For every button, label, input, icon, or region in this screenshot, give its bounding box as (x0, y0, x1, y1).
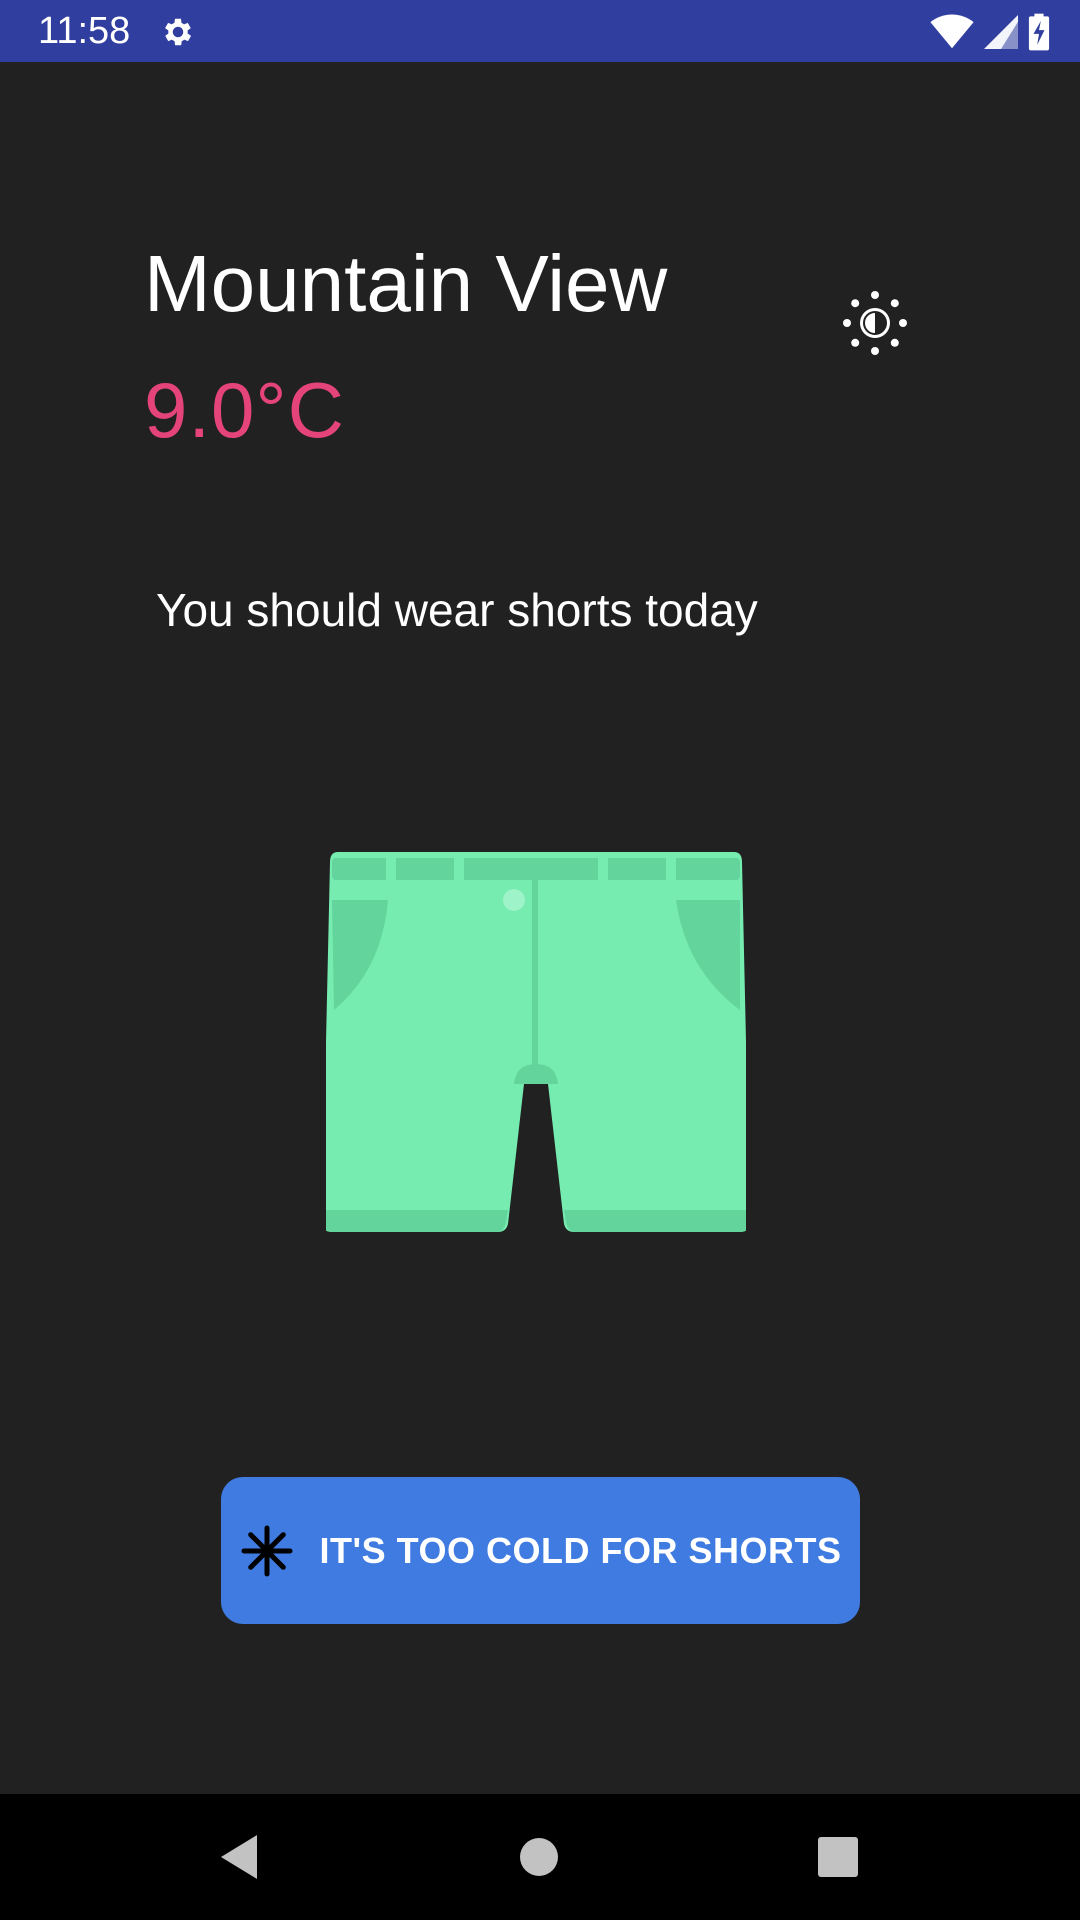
status-bar: 11:58 (0, 0, 1080, 62)
battery-charging-icon (1028, 13, 1050, 51)
app-screen: 11:58 Mountain View 9.0°C You should wea… (0, 0, 1080, 1920)
too-cold-button[interactable]: IT'S TOO COLD FOR SHORTS (221, 1477, 860, 1624)
temperature: 9.0°C (144, 366, 345, 454)
snowflake-icon (241, 1525, 293, 1576)
theme-toggle-button[interactable] (840, 288, 910, 358)
recents-button[interactable] (793, 1814, 883, 1900)
status-icons (930, 12, 1050, 52)
city-name: Mountain View (144, 239, 668, 328)
clothing-advice: You should wear shorts today (156, 584, 758, 636)
cell-signal-icon (984, 15, 1018, 49)
shorts-icon (326, 852, 746, 1232)
status-time: 11:58 (38, 10, 131, 52)
wifi-icon (930, 14, 974, 49)
home-button[interactable] (494, 1814, 584, 1900)
too-cold-button-label: IT'S TOO COLD FOR SHORTS (319, 1529, 842, 1571)
back-button[interactable] (194, 1814, 284, 1900)
gear-icon (165, 18, 192, 46)
recents-icon (818, 1837, 858, 1877)
navigation-bar (0, 1794, 1080, 1920)
home-icon (520, 1838, 558, 1876)
brightness-icon (843, 291, 907, 355)
back-icon (221, 1835, 257, 1879)
